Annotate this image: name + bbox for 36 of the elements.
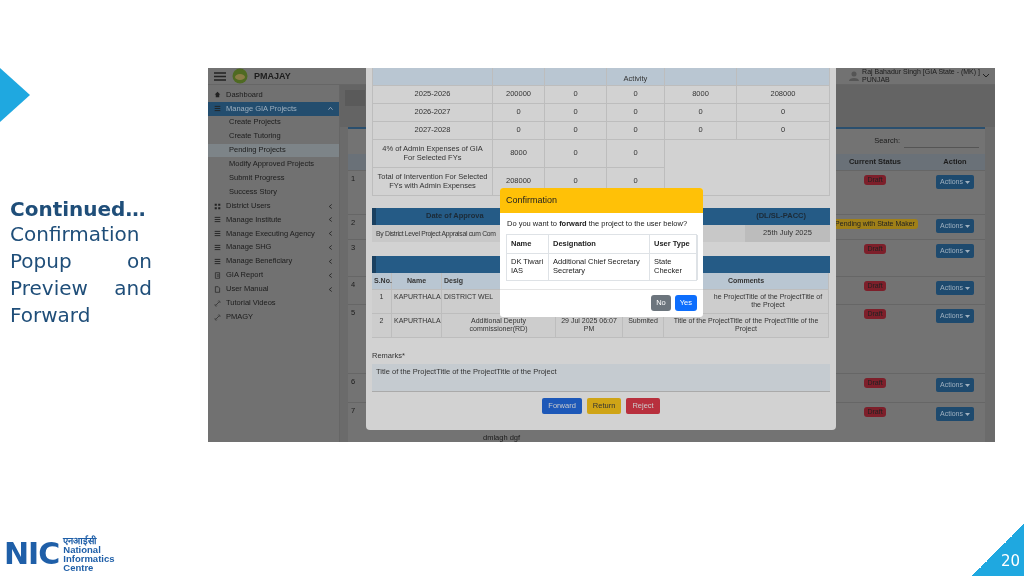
slide-subtitle: Confirmation Popup on Preview and Forward [10,221,152,329]
logo-text: National [63,545,102,554]
caret-icon [965,180,970,184]
page-number: 20 [972,524,1024,576]
logo-text: Informatics [63,554,115,563]
list-icon [214,216,221,224]
caret-icon [965,249,970,253]
header-cell [665,68,737,86]
list-icon [214,244,221,252]
emblem-icon [232,68,248,84]
caret-icon [965,314,970,318]
caret-icon [965,286,970,290]
user-icon [849,71,860,81]
arrow-decoration [0,68,30,122]
logo-text: Centre [63,563,95,572]
app-brand: PMAJAY [254,70,291,82]
dialog-title: Confirmation [506,195,558,206]
caret-icon [965,383,970,387]
report-icon [214,272,221,279]
caret-icon [965,224,970,228]
link-icon [214,299,221,307]
logo-hindi: एनआईसी [63,536,98,545]
header-cell [545,68,607,86]
logo-mark: NIC [4,539,60,569]
link-icon [214,313,221,321]
slide-heading: Continued… [10,197,147,221]
home-icon [214,91,221,99]
document-icon [214,285,221,293]
grid-icon [214,202,221,210]
caret-icon[interactable] [983,74,989,78]
header-cell [493,68,545,86]
caret-icon [965,412,970,416]
list-icon [214,230,221,238]
menu-icon[interactable] [214,71,226,81]
list-icon [214,258,221,266]
list-icon [214,105,221,113]
